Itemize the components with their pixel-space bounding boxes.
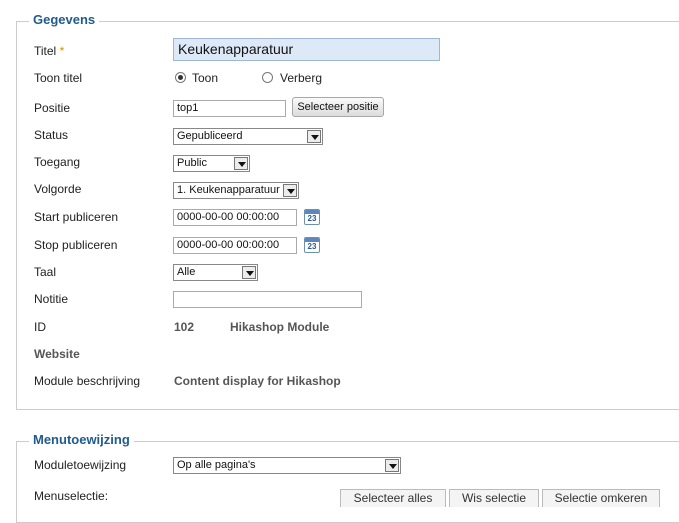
notitie-input[interactable] (173, 291, 362, 308)
calendar-icon-day: 23 (307, 242, 317, 251)
taal-label: Taal (34, 265, 57, 279)
moduletoewijzing-value: Op alle pagina's (177, 459, 256, 471)
stop-publiceren-input[interactable]: 0000-00-00 00:00:00 (173, 237, 297, 254)
status-label: Status (34, 128, 69, 142)
start-publiceren-input[interactable]: 0000-00-00 00:00:00 (173, 209, 297, 226)
taal-value: Alle (177, 266, 196, 278)
calendar-icon[interactable]: 23 (304, 209, 320, 225)
titel-label-text: Titel (34, 44, 57, 58)
chevron-down-icon[interactable] (234, 157, 248, 170)
start-publiceren-label: Start publiceren (34, 210, 119, 224)
volgorde-label: Volgorde (34, 182, 82, 196)
legend-gegevens: Gegevens (29, 12, 100, 27)
select-all-button[interactable]: Selecteer alles (340, 489, 446, 507)
chevron-down-icon[interactable] (385, 459, 399, 472)
module-beschrijving-label: Module beschrijving (34, 374, 141, 388)
radio-toon-label[interactable]: Toon (192, 71, 218, 85)
id-label: ID (34, 320, 46, 334)
status-value: Gepubliceerd (177, 130, 243, 142)
required-mark: * (59, 44, 65, 58)
legend-menutoewijzing: Menutoewijzing (29, 432, 134, 447)
radio-verberg[interactable] (262, 72, 273, 83)
taal-select[interactable]: Alle (173, 264, 258, 281)
fieldset-menutoewijzing: Menutoewijzing (16, 432, 679, 523)
invert-selection-button[interactable]: Selectie omkeren (542, 489, 660, 507)
module-beschrijving-value: Content display for Hikashop (174, 374, 341, 388)
titel-input[interactable]: Keukenapparatuur (173, 38, 440, 61)
toegang-select[interactable]: Public (173, 155, 250, 172)
moduletoewijzing-select[interactable]: Op alle pagina's (173, 457, 401, 474)
id-value: 102 (174, 320, 195, 334)
website-label: Website (34, 347, 80, 361)
chevron-down-icon[interactable] (242, 266, 256, 279)
calendar-icon[interactable]: 23 (304, 237, 320, 253)
status-select[interactable]: Gepubliceerd (173, 128, 323, 145)
chevron-down-icon[interactable] (307, 130, 321, 143)
positie-label: Positie (34, 101, 71, 115)
select-position-button[interactable]: Selecteer positie (292, 97, 384, 117)
radio-toon[interactable] (175, 72, 186, 83)
toegang-label: Toegang (34, 155, 81, 169)
moduletoewijzing-label: Moduletoewijzing (34, 458, 127, 472)
volgorde-value: 1. Keukenapparatuur (177, 184, 280, 196)
clear-selection-button[interactable]: Wis selectie (449, 489, 539, 507)
radio-verberg-label[interactable]: Verberg (280, 71, 322, 85)
calendar-icon-day: 23 (307, 214, 317, 223)
module-type-value: Hikashop Module (230, 320, 330, 334)
positie-input[interactable]: top1 (173, 100, 286, 117)
toegang-value: Public (177, 157, 207, 169)
toon-titel-label: Toon titel (34, 71, 83, 85)
stop-publiceren-label: Stop publiceren (34, 238, 118, 252)
titel-label: Titel * (34, 44, 64, 58)
volgorde-select[interactable]: 1. Keukenapparatuur (173, 182, 299, 199)
notitie-label: Notitie (34, 292, 69, 306)
chevron-down-icon[interactable] (283, 184, 297, 197)
